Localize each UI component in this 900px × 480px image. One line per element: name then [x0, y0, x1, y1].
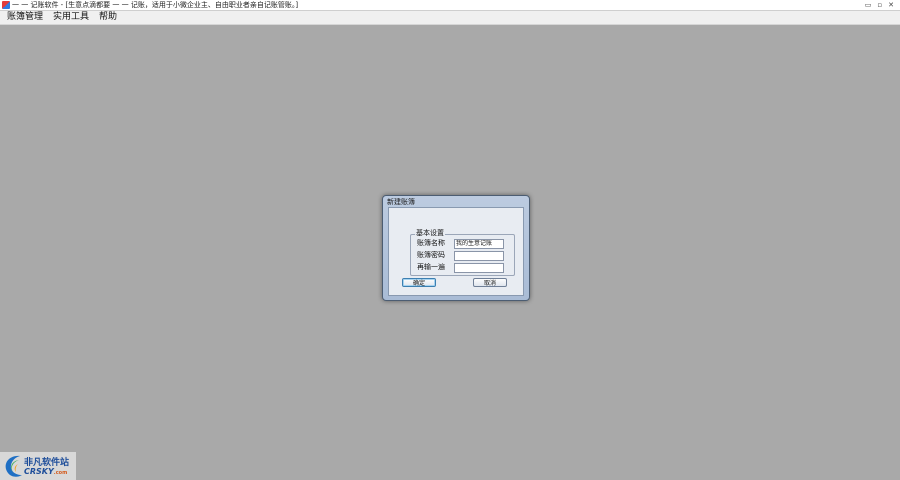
confirm-password-label: 再输一遍	[417, 263, 445, 271]
ok-button[interactable]: 确定	[402, 278, 436, 287]
new-ledger-dialog: 新建账簿 基本设置 账簿名称 账簿密码 再输一遍 确定 取消	[382, 195, 530, 301]
menu-bar: 账簿管理 实用工具 帮助	[0, 11, 900, 25]
crsky-logo-icon	[5, 455, 22, 477]
watermark-en-suffix: .com	[53, 470, 68, 476]
ledger-password-label: 账簿密码	[417, 251, 445, 259]
ledger-name-label: 账簿名称	[417, 239, 445, 247]
watermark-en-text: CRSKY	[24, 467, 54, 476]
ledger-name-input[interactable]	[454, 239, 504, 249]
menu-item-tools[interactable]: 实用工具	[48, 11, 94, 24]
cancel-button[interactable]: 取消	[473, 278, 507, 287]
menu-item-help[interactable]: 帮助	[94, 11, 122, 24]
menu-item-ledger[interactable]: 账簿管理	[0, 11, 48, 24]
window-controls: ▭ ▫ ✕	[865, 0, 894, 10]
minimize-icon[interactable]: ▭	[865, 0, 872, 10]
dialog-title: 新建账簿	[387, 198, 415, 206]
ledger-password-input[interactable]	[454, 251, 504, 261]
dialog-body: 基本设置 账簿名称 账簿密码 再输一遍 确定 取消	[388, 207, 524, 296]
watermark-en: CRSKY.com	[24, 467, 67, 476]
maximize-icon[interactable]: ▫	[877, 0, 882, 10]
title-bar: 一 一 记账软件 - [生意点滴都要 一 一 记账，适用于小微企业主、自由职业者…	[0, 0, 900, 11]
close-icon[interactable]: ✕	[888, 0, 894, 10]
group-title: 基本设置	[415, 229, 445, 237]
app-icon[interactable]	[2, 1, 10, 9]
confirm-password-input[interactable]	[454, 263, 504, 273]
watermark: 非凡软件站 CRSKY.com	[0, 452, 76, 480]
window-title: 一 一 记账软件 - [生意点滴都要 一 一 记账，适用于小微企业主、自由职业者…	[12, 1, 299, 9]
